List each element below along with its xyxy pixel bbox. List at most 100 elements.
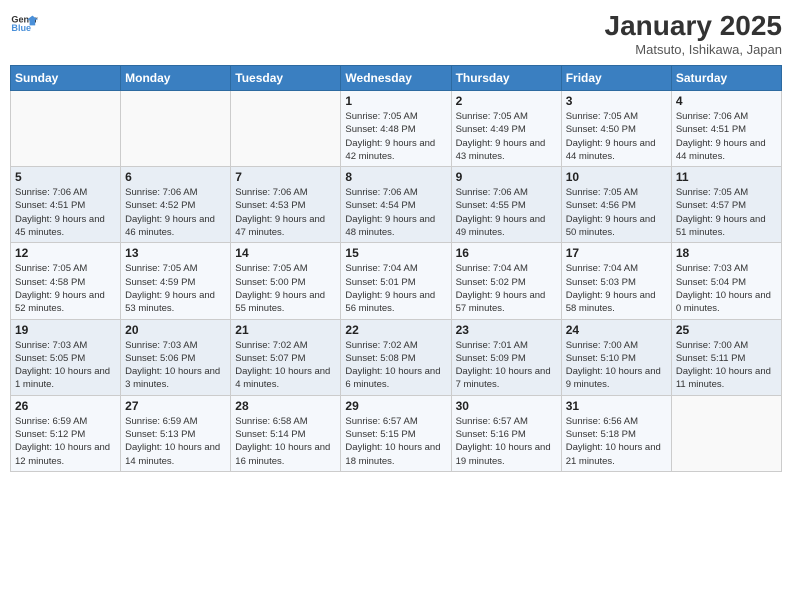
day-number: 21 (235, 323, 336, 337)
calendar-title: January 2025 (605, 10, 782, 42)
day-number: 30 (456, 399, 557, 413)
calendar-cell: 9Sunrise: 7:06 AM Sunset: 4:55 PM Daylig… (451, 167, 561, 243)
day-number: 22 (345, 323, 446, 337)
day-number: 15 (345, 246, 446, 260)
logo-icon: General Blue (10, 10, 38, 38)
day-info: Sunrise: 7:02 AM Sunset: 5:07 PM Dayligh… (235, 339, 336, 392)
calendar-cell: 27Sunrise: 6:59 AM Sunset: 5:13 PM Dayli… (121, 395, 231, 471)
day-info: Sunrise: 7:05 AM Sunset: 4:48 PM Dayligh… (345, 110, 446, 163)
header: General Blue January 2025 Matsuto, Ishik… (10, 10, 782, 57)
day-info: Sunrise: 7:02 AM Sunset: 5:08 PM Dayligh… (345, 339, 446, 392)
day-info: Sunrise: 7:06 AM Sunset: 4:51 PM Dayligh… (676, 110, 777, 163)
week-row-4: 19Sunrise: 7:03 AM Sunset: 5:05 PM Dayli… (11, 319, 782, 395)
day-info: Sunrise: 7:00 AM Sunset: 5:10 PM Dayligh… (566, 339, 667, 392)
calendar-cell: 19Sunrise: 7:03 AM Sunset: 5:05 PM Dayli… (11, 319, 121, 395)
day-number: 8 (345, 170, 446, 184)
day-info: Sunrise: 7:04 AM Sunset: 5:01 PM Dayligh… (345, 262, 446, 315)
calendar-table: SundayMondayTuesdayWednesdayThursdayFrid… (10, 65, 782, 472)
day-number: 10 (566, 170, 667, 184)
day-info: Sunrise: 6:59 AM Sunset: 5:12 PM Dayligh… (15, 415, 116, 468)
calendar-cell: 3 Sunrise: 7:05 AM Sunset: 4:50 PM Daylig… (561, 91, 671, 167)
day-number: 25 (676, 323, 777, 337)
day-info: Sunrise: 7:06 AM Sunset: 4:51 PM Dayligh… (15, 186, 116, 239)
day-number: 16 (456, 246, 557, 260)
calendar-body: 1 Sunrise: 7:05 AM Sunset: 4:48 PM Daylig… (11, 91, 782, 472)
calendar-cell: 24 Sunrise: 7:00 AM Sunset: 5:10 PM Dayli… (561, 319, 671, 395)
week-row-2: 5 Sunrise: 7:06 AM Sunset: 4:51 PM Daylig… (11, 167, 782, 243)
calendar-cell: 10 Sunrise: 7:05 AM Sunset: 4:56 PM Dayli… (561, 167, 671, 243)
calendar-cell: 4 Sunrise: 7:06 AM Sunset: 4:51 PM Daylig… (671, 91, 781, 167)
header-day-thursday: Thursday (451, 66, 561, 91)
day-number: 17 (566, 246, 667, 260)
day-number: 28 (235, 399, 336, 413)
day-info: Sunrise: 7:06 AM Sunset: 4:55 PM Dayligh… (456, 186, 557, 239)
day-info: Sunrise: 7:06 AM Sunset: 4:52 PM Dayligh… (125, 186, 226, 239)
day-number: 29 (345, 399, 446, 413)
day-info: Sunrise: 7:05 AM Sunset: 4:57 PM Dayligh… (676, 186, 777, 239)
calendar-cell: 1 Sunrise: 7:05 AM Sunset: 4:48 PM Daylig… (341, 91, 451, 167)
calendar-cell: 8Sunrise: 7:06 AM Sunset: 4:54 PM Daylig… (341, 167, 451, 243)
calendar-cell: 31 Sunrise: 6:56 AM Sunset: 5:18 PM Dayli… (561, 395, 671, 471)
day-info: Sunrise: 7:05 AM Sunset: 4:56 PM Dayligh… (566, 186, 667, 239)
day-info: Sunrise: 7:05 AM Sunset: 4:58 PM Dayligh… (15, 262, 116, 315)
calendar-cell: 21 Sunrise: 7:02 AM Sunset: 5:07 PM Dayli… (231, 319, 341, 395)
logo: General Blue (10, 10, 38, 38)
day-number: 24 (566, 323, 667, 337)
week-row-3: 12 Sunrise: 7:05 AM Sunset: 4:58 PM Dayli… (11, 243, 782, 319)
day-number: 7 (235, 170, 336, 184)
day-info: Sunrise: 7:05 AM Sunset: 5:00 PM Dayligh… (235, 262, 336, 315)
day-number: 13 (125, 246, 226, 260)
day-info: Sunrise: 6:56 AM Sunset: 5:18 PM Dayligh… (566, 415, 667, 468)
week-row-5: 26 Sunrise: 6:59 AM Sunset: 5:12 PM Dayli… (11, 395, 782, 471)
calendar-page: General Blue January 2025 Matsuto, Ishik… (0, 0, 792, 612)
calendar-cell: 13Sunrise: 7:05 AM Sunset: 4:59 PM Dayli… (121, 243, 231, 319)
calendar-cell: 2Sunrise: 7:05 AM Sunset: 4:49 PM Daylig… (451, 91, 561, 167)
day-info: Sunrise: 7:01 AM Sunset: 5:09 PM Dayligh… (456, 339, 557, 392)
calendar-cell: 25Sunrise: 7:00 AM Sunset: 5:11 PM Dayli… (671, 319, 781, 395)
calendar-cell: 22 Sunrise: 7:02 AM Sunset: 5:08 PM Dayli… (341, 319, 451, 395)
calendar-cell (121, 91, 231, 167)
header-row: SundayMondayTuesdayWednesdayThursdayFrid… (11, 66, 782, 91)
calendar-cell: 18 Sunrise: 7:03 AM Sunset: 5:04 PM Dayli… (671, 243, 781, 319)
calendar-cell: 6Sunrise: 7:06 AM Sunset: 4:52 PM Daylig… (121, 167, 231, 243)
header-day-wednesday: Wednesday (341, 66, 451, 91)
day-number: 14 (235, 246, 336, 260)
calendar-cell: 29 Sunrise: 6:57 AM Sunset: 5:15 PM Dayli… (341, 395, 451, 471)
day-number: 18 (676, 246, 777, 260)
day-number: 1 (345, 94, 446, 108)
day-number: 26 (15, 399, 116, 413)
calendar-cell: 28Sunrise: 6:58 AM Sunset: 5:14 PM Dayli… (231, 395, 341, 471)
day-info: Sunrise: 7:06 AM Sunset: 4:53 PM Dayligh… (235, 186, 336, 239)
header-day-friday: Friday (561, 66, 671, 91)
calendar-cell: 5 Sunrise: 7:06 AM Sunset: 4:51 PM Daylig… (11, 167, 121, 243)
calendar-cell: 11 Sunrise: 7:05 AM Sunset: 4:57 PM Dayli… (671, 167, 781, 243)
calendar-cell (231, 91, 341, 167)
day-number: 19 (15, 323, 116, 337)
day-number: 31 (566, 399, 667, 413)
day-number: 5 (15, 170, 116, 184)
day-number: 4 (676, 94, 777, 108)
header-day-saturday: Saturday (671, 66, 781, 91)
title-block: January 2025 Matsuto, Ishikawa, Japan (605, 10, 782, 57)
day-number: 2 (456, 94, 557, 108)
week-row-1: 1 Sunrise: 7:05 AM Sunset: 4:48 PM Daylig… (11, 91, 782, 167)
calendar-header: SundayMondayTuesdayWednesdayThursdayFrid… (11, 66, 782, 91)
day-number: 3 (566, 94, 667, 108)
calendar-cell: 30Sunrise: 6:57 AM Sunset: 5:16 PM Dayli… (451, 395, 561, 471)
calendar-cell: 15 Sunrise: 7:04 AM Sunset: 5:01 PM Dayli… (341, 243, 451, 319)
calendar-cell: 17 Sunrise: 7:04 AM Sunset: 5:03 PM Dayli… (561, 243, 671, 319)
day-info: Sunrise: 6:57 AM Sunset: 5:15 PM Dayligh… (345, 415, 446, 468)
day-number: 12 (15, 246, 116, 260)
day-info: Sunrise: 7:03 AM Sunset: 5:04 PM Dayligh… (676, 262, 777, 315)
calendar-cell: 16Sunrise: 7:04 AM Sunset: 5:02 PM Dayli… (451, 243, 561, 319)
calendar-cell (671, 395, 781, 471)
day-info: Sunrise: 7:03 AM Sunset: 5:06 PM Dayligh… (125, 339, 226, 392)
header-day-monday: Monday (121, 66, 231, 91)
day-info: Sunrise: 7:05 AM Sunset: 4:50 PM Dayligh… (566, 110, 667, 163)
day-info: Sunrise: 7:04 AM Sunset: 5:03 PM Dayligh… (566, 262, 667, 315)
calendar-cell: 14 Sunrise: 7:05 AM Sunset: 5:00 PM Dayli… (231, 243, 341, 319)
day-number: 11 (676, 170, 777, 184)
header-day-sunday: Sunday (11, 66, 121, 91)
day-number: 20 (125, 323, 226, 337)
calendar-cell: 12 Sunrise: 7:05 AM Sunset: 4:58 PM Dayli… (11, 243, 121, 319)
